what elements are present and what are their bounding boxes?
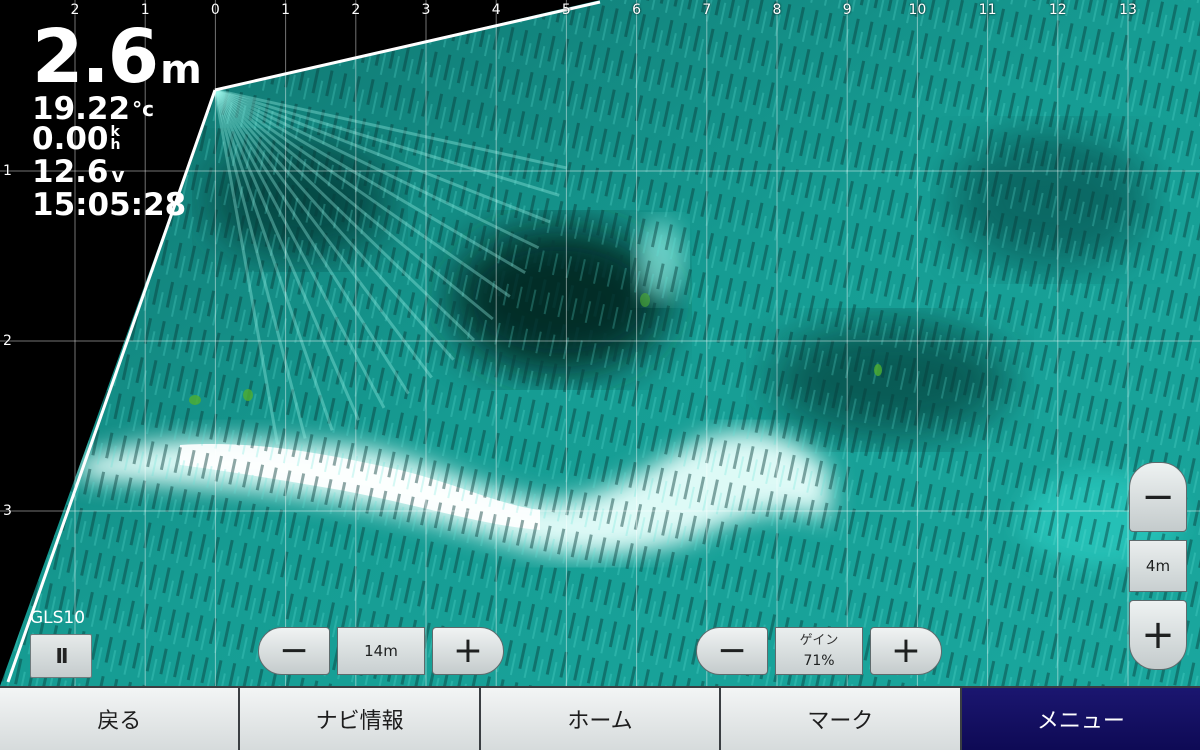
home-button[interactable]: ホーム [480, 686, 722, 750]
x-axis-label: 10 [908, 2, 927, 18]
speed-value: 0.00 [32, 121, 109, 157]
menu-label: メニュー [1036, 709, 1125, 734]
range-value-button[interactable]: 14m [337, 627, 425, 675]
home-label: ホーム [567, 709, 633, 734]
x-axis-label: 11 [978, 2, 997, 18]
x-axis-label: 5 [561, 2, 571, 18]
gain-value-button[interactable]: ゲイン 71% [775, 627, 863, 675]
plus-icon: + [1141, 612, 1175, 658]
source-label: GLS10 [30, 608, 86, 628]
gain-increase-button[interactable]: + [870, 627, 942, 675]
x-axis-label: 13 [1119, 2, 1137, 18]
y-axis-label: 2 [3, 333, 12, 349]
gain-decrease-button[interactable]: − [696, 627, 768, 675]
bottom-nav-bar: 戻る ナビ情報 ホーム マーク メニュー [0, 686, 1200, 750]
minus-icon: − [716, 630, 748, 671]
time-value: 15:05:28 [32, 187, 187, 223]
time-readout: 15:05:28 [32, 187, 202, 223]
depth-readout: 2.6 m [32, 20, 202, 94]
sonar-view[interactable]: 2 1 0 1 2 3 4 5 6 7 8 9 10 11 12 13 123 2.6 m 19.22 °c … [0, 0, 1200, 686]
x-axis-label: 3 [421, 2, 431, 18]
x-axis-label: 7 [702, 2, 712, 18]
x-axis-label: 4 [491, 2, 501, 18]
y-axis-label: 1 [3, 163, 12, 179]
speed-unit: k h [110, 125, 121, 153]
pause-button[interactable]: II [30, 634, 92, 678]
depth-value: 2.6 [32, 14, 159, 100]
gain-label: ゲイン [799, 633, 839, 648]
x-axis-label: 0 [210, 2, 220, 18]
speed-unit-bottom: h [110, 137, 121, 153]
navi-info-label: ナビ情報 [315, 709, 404, 734]
mark-button[interactable]: マーク [721, 686, 962, 750]
navi-info-button[interactable]: ナビ情報 [240, 686, 481, 750]
y-axis-label: 3 [3, 503, 12, 519]
zoom-level-button[interactable]: 4m [1129, 540, 1187, 592]
back-label: 戻る [97, 709, 142, 734]
water-temp-value: 19.22 [32, 91, 131, 127]
zoom-out-button[interactable]: − [1129, 462, 1187, 532]
x-axis-label: 1 [281, 2, 291, 18]
range-increase-button[interactable]: + [432, 627, 504, 675]
depth-unit: m [160, 47, 202, 93]
speed-readout: 0.00 k h [32, 121, 202, 157]
voltage-readout: 12.6 v [32, 154, 202, 190]
plus-icon: + [452, 630, 484, 671]
zoom-in-button[interactable]: + [1129, 600, 1187, 670]
gain-control: − ゲイン 71% + [696, 627, 942, 675]
x-axis-label: 8 [772, 2, 782, 18]
water-temp-readout: 19.22 °c [32, 91, 202, 127]
x-axis-label: 6 [632, 2, 642, 18]
x-axis-label: 9 [842, 2, 852, 18]
pause-icon: II [55, 644, 69, 668]
range-control: − 14m + [258, 627, 504, 675]
range-decrease-button[interactable]: − [258, 627, 330, 675]
back-button[interactable]: 戻る [0, 686, 241, 750]
source-block: GLS10 II [30, 608, 92, 678]
x-axis-label: 2 [351, 2, 361, 18]
water-temp-unit: °c [132, 97, 154, 121]
x-axis-label: 12 [1048, 2, 1067, 18]
voltage-value: 12.6 [32, 154, 109, 190]
minus-icon: − [1141, 474, 1175, 520]
range-value: 14m [364, 642, 398, 660]
plus-icon: + [890, 630, 922, 671]
voltage-unit: v [111, 163, 125, 187]
minus-icon: − [278, 630, 310, 671]
mark-label: マーク [807, 709, 874, 734]
zoom-control: − 4m + [1129, 462, 1187, 670]
gain-value: 71% [803, 653, 835, 669]
menu-button[interactable]: メニュー [961, 686, 1200, 750]
zoom-level-value: 4m [1145, 557, 1171, 575]
readout-panel: 2.6 m 19.22 °c 0.00 k h 12.6 v 15:05:28 [32, 20, 202, 223]
